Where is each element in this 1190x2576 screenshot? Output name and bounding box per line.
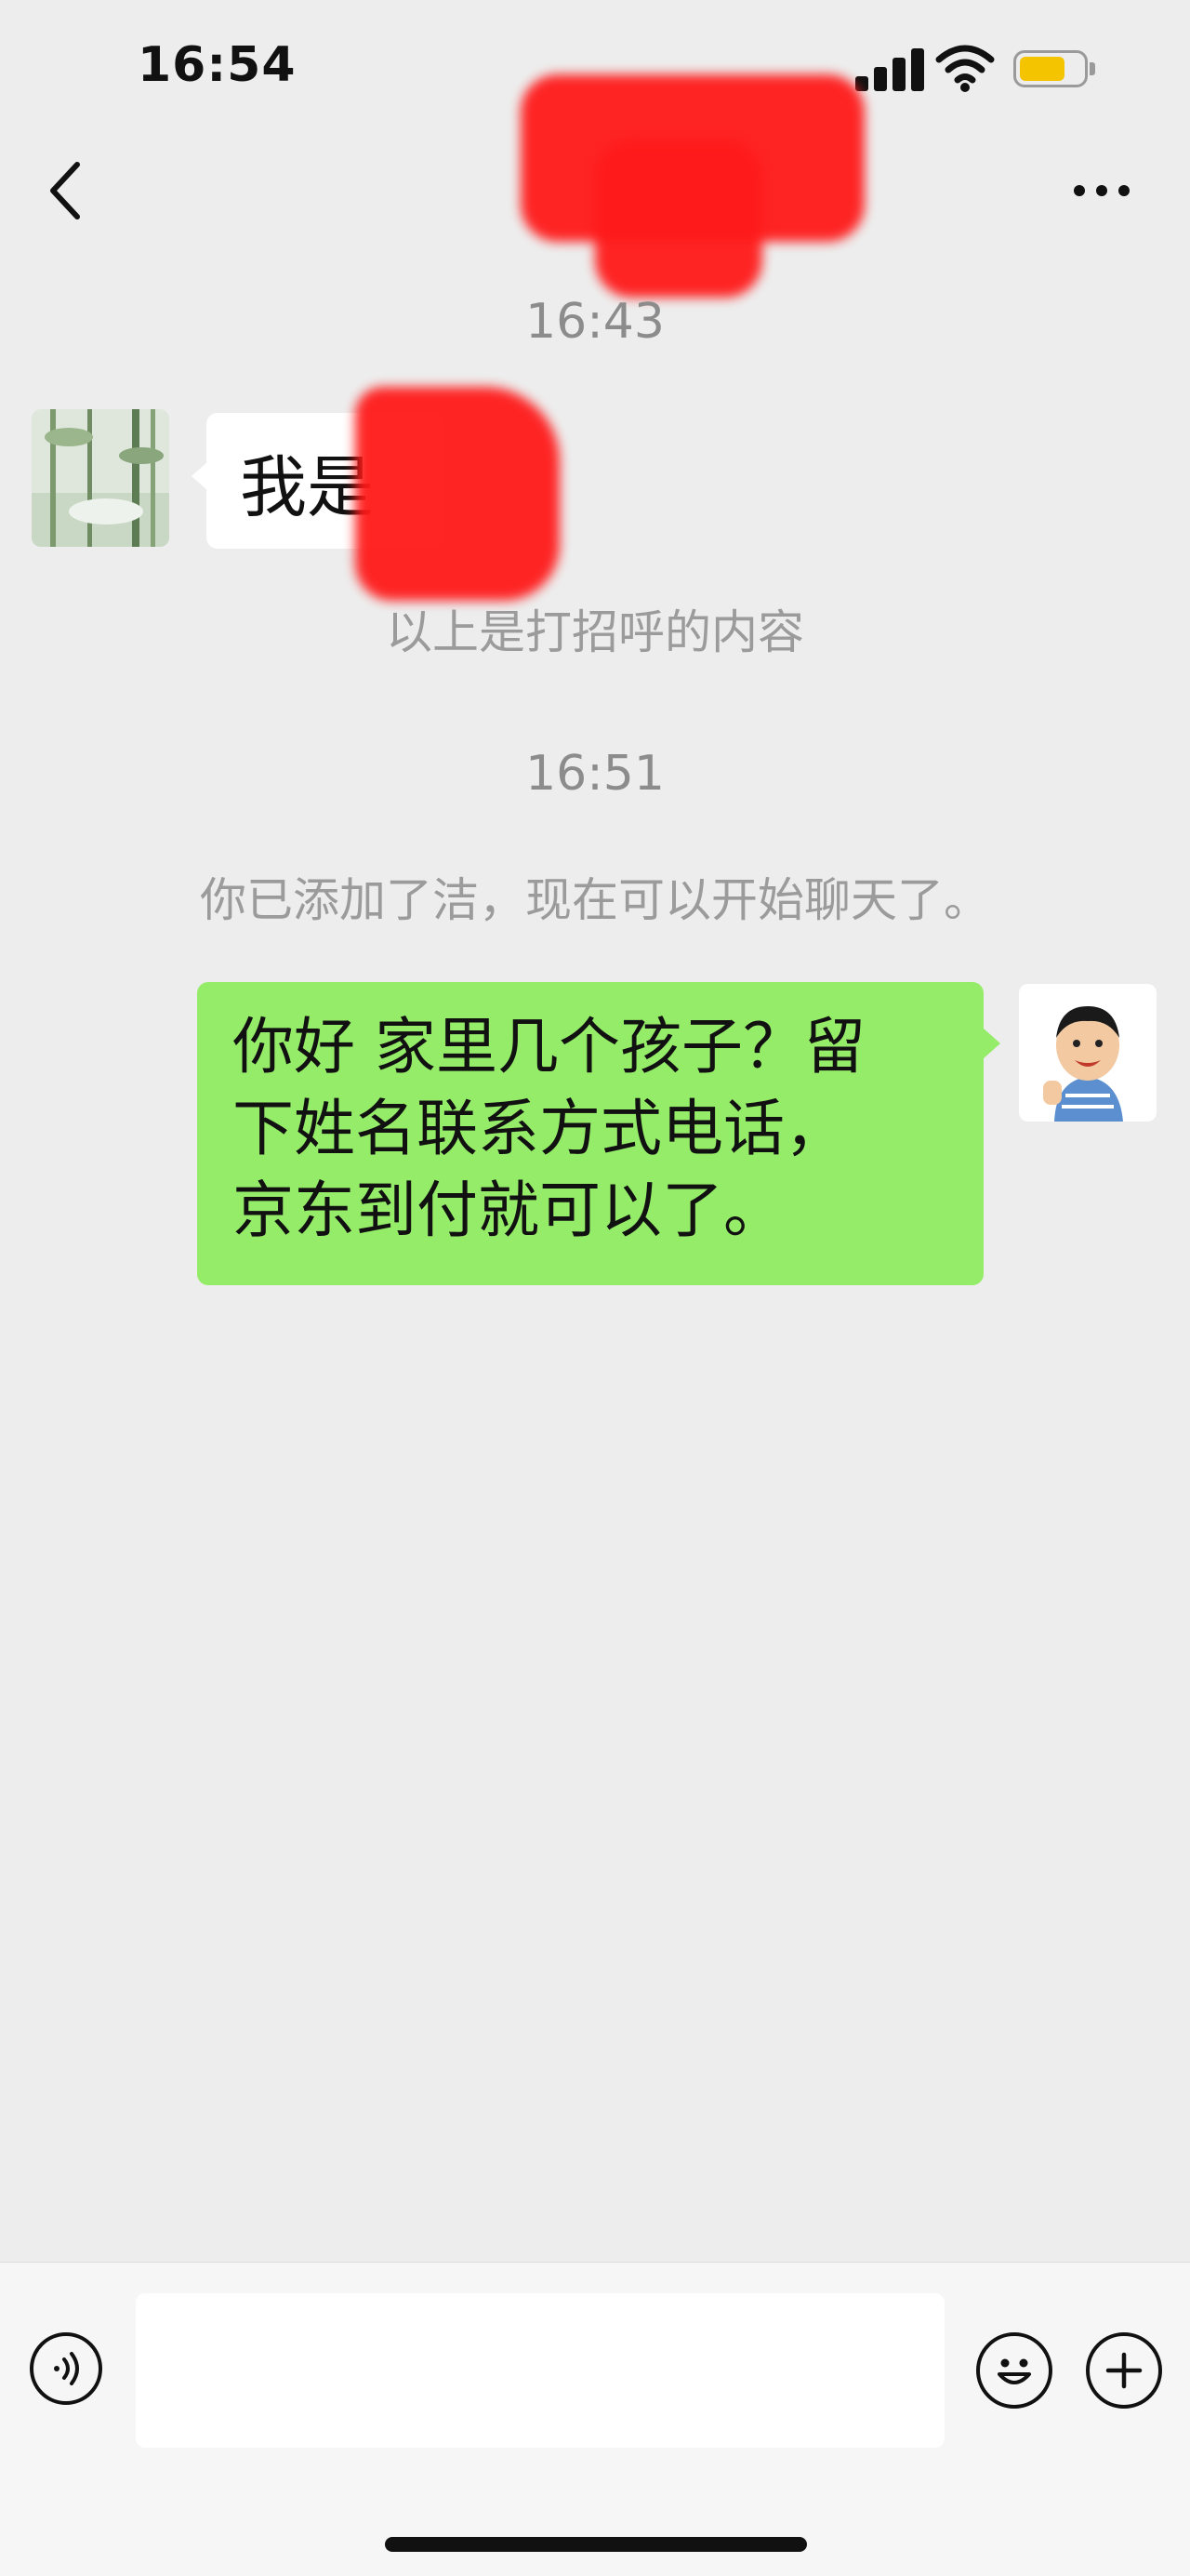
friend-added-notice: 你已添加了洁，现在可以开始聊天了。 <box>200 873 990 927</box>
outgoing-message-line: 下姓名联系方式电话， <box>232 1093 846 1164</box>
chevron-left-icon <box>50 162 80 219</box>
self-avatar[interactable] <box>1019 984 1157 1122</box>
wifi-icon <box>935 41 995 93</box>
greeting-note: 以上是打招呼的内容 <box>386 605 804 659</box>
contact-avatar[interactable] <box>32 409 169 547</box>
outgoing-message-line: 你好 家里几个孩子？留 <box>232 1011 866 1082</box>
status-time: 16:54 <box>138 37 297 93</box>
add-button[interactable] <box>1086 2332 1162 2409</box>
cellular-signal-icon <box>855 48 924 91</box>
incoming-message-text: 我是 <box>240 447 375 526</box>
plus-icon <box>1105 2352 1143 2389</box>
timestamp-1: 16:43 <box>525 294 665 350</box>
emoji-button[interactable] <box>976 2332 1052 2409</box>
emoji-icon <box>998 2358 1031 2384</box>
more-options-button[interactable] <box>1060 167 1144 214</box>
voice-icon <box>54 2352 79 2385</box>
battery-icon <box>1013 50 1101 91</box>
message-input[interactable] <box>136 2293 945 2448</box>
voice-button[interactable] <box>30 2332 102 2405</box>
home-indicator[interactable] <box>385 2537 807 2552</box>
outgoing-message-bubble[interactable]: 你好 家里几个孩子？留 下姓名联系方式电话， 京东到付就可以了。 <box>197 982 1000 1285</box>
outgoing-message-line: 京东到付就可以了。 <box>232 1175 785 1246</box>
timestamp-2: 16:51 <box>525 746 665 802</box>
redacted-message-part <box>355 387 560 601</box>
back-button[interactable] <box>32 149 97 232</box>
redacted-contact-name-overlap <box>595 139 762 298</box>
